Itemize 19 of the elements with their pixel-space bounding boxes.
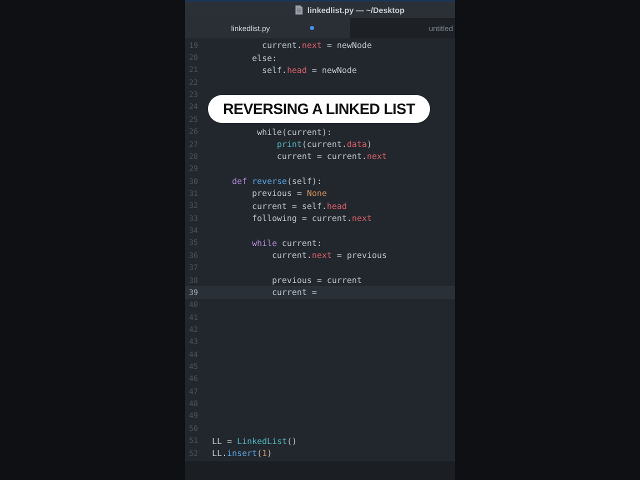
- code-line: current.next = previous: [270, 250, 387, 260]
- code-line: previous = None: [250, 188, 327, 198]
- code-line: print(current.data): [276, 139, 372, 150]
- window-title: linkedlist.py — ~/Desktop: [307, 6, 405, 14]
- code-line: current = self.head: [250, 200, 347, 211]
- document-icon: [295, 5, 304, 15]
- caption-banner: REVERSING A LINKED LIST: [208, 95, 430, 123]
- code-line: while current:: [250, 238, 322, 248]
- code-line: following = current.next: [250, 213, 372, 224]
- code-line: LL = LinkedList(): [212, 436, 297, 446]
- code-line: else:: [250, 52, 277, 63]
- code-line: current.next = newNode: [260, 40, 372, 50]
- code-line: current =: [270, 287, 317, 298]
- code-line: previous = current: [270, 275, 362, 285]
- code-line: LL.insert(1): [212, 448, 272, 458]
- code-line: while(current):: [256, 126, 332, 137]
- code-line: self.head = newNode: [260, 64, 357, 75]
- code-line: def reverse(self):: [230, 176, 322, 186]
- code-line: current = current.next: [276, 151, 387, 162]
